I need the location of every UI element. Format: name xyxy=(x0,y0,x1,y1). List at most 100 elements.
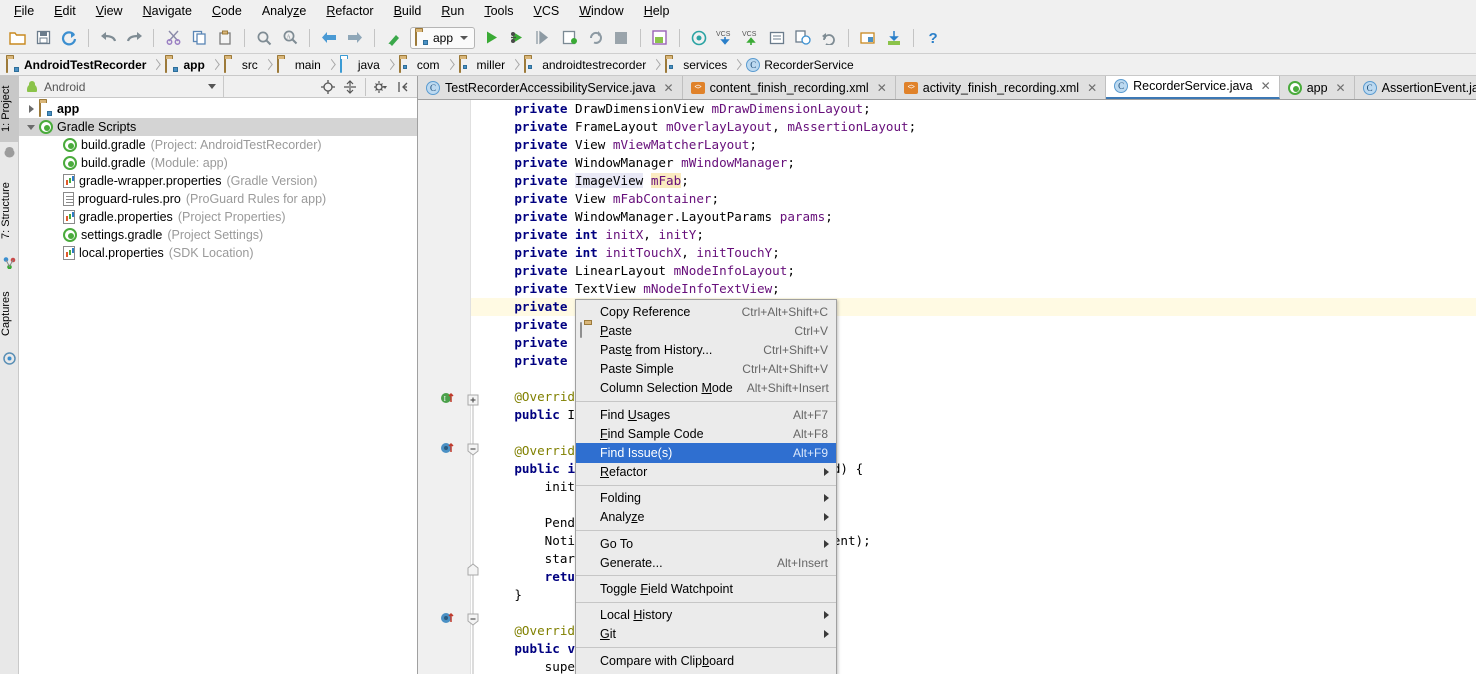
breadcrumb-item-recorderservice[interactable]: C RecorderService xyxy=(746,57,855,72)
breadcrumb-item-src[interactable]: src xyxy=(223,56,260,73)
editor-tab-testrecorderaccessibilityservice-java[interactable]: C TestRecorderAccessibilityService.java ✕ xyxy=(418,76,683,99)
menu-item-run[interactable]: Run xyxy=(431,0,474,22)
sidebar-item-structure[interactable]: 7: Structure xyxy=(0,171,19,251)
sync-icon[interactable] xyxy=(56,25,82,51)
locate-icon[interactable] xyxy=(318,78,338,96)
tree-item-gradle-wrapper-properties[interactable]: gradle-wrapper.properties (Gradle Version… xyxy=(19,172,417,190)
context-menu-item-folding[interactable]: Folding xyxy=(576,489,836,508)
tree-expand-arrow-icon[interactable] xyxy=(25,120,39,134)
breadcrumb-item-miller[interactable]: miller xyxy=(458,56,508,73)
vcs-history-icon[interactable] xyxy=(764,25,790,51)
project-structure-icon[interactable] xyxy=(855,25,881,51)
debug-icon[interactable] xyxy=(504,25,530,51)
project-view-selector[interactable]: Android xyxy=(19,76,224,97)
menu-item-file[interactable]: File xyxy=(4,0,44,22)
breadcrumb-item-com[interactable]: com xyxy=(398,56,442,73)
menu-item-window[interactable]: Window xyxy=(569,0,633,22)
close-icon[interactable]: ✕ xyxy=(877,81,887,95)
context-menu-item-file-encoding[interactable]: File Encoding xyxy=(576,670,836,674)
breadcrumb-item-androidtestrecorder[interactable]: androidtestrecorder xyxy=(524,56,648,73)
context-menu-item-paste-simple[interactable]: Paste Simple Ctrl+Alt+Shift+V xyxy=(576,360,836,379)
gear-icon[interactable] xyxy=(371,78,391,96)
context-menu-item-find-issue-s[interactable]: Find Issue(s) Alt+F9 xyxy=(576,443,836,463)
editor-context-menu[interactable]: Copy Reference Ctrl+Alt+Shift+C Paste Ctrl+… xyxy=(575,299,837,674)
redo-icon[interactable] xyxy=(121,25,147,51)
open-folder-icon[interactable] xyxy=(4,25,30,51)
implementing-method-icon[interactable]: I xyxy=(440,390,456,406)
breadcrumb-item-androidtestrecorder[interactable]: AndroidTestRecorder xyxy=(6,56,148,73)
rerun-icon[interactable] xyxy=(582,25,608,51)
replace-icon[interactable]: A xyxy=(277,25,303,51)
run-configuration-selector[interactable]: app xyxy=(410,26,476,49)
close-icon[interactable]: ✕ xyxy=(1261,79,1271,93)
attach-debugger-icon[interactable] xyxy=(556,25,582,51)
editor-tab-activity-finish-recording-xml[interactable]: <> activity_finish_recording.xml ✕ xyxy=(895,76,1107,99)
editor-tab-content-finish-recording-xml[interactable]: <> content_finish_recording.xml ✕ xyxy=(682,76,896,99)
menu-item-build[interactable]: Build xyxy=(384,0,432,22)
menu-item-analyze[interactable]: Analyze xyxy=(252,0,316,22)
menu-item-help[interactable]: Help xyxy=(634,0,680,22)
editor-tab-assertionevent-java[interactable]: CAssertionEvent.java✕ xyxy=(1354,76,1476,99)
context-menu-item-toggle-field-watchpoint[interactable]: Toggle Field Watchpoint xyxy=(576,579,836,598)
vcs-update-icon[interactable]: VCS xyxy=(712,25,738,51)
context-menu-item-git[interactable]: Git xyxy=(576,625,836,644)
stop-icon[interactable] xyxy=(608,25,634,51)
vcs-diff-icon[interactable] xyxy=(790,25,816,51)
tree-item-local-properties[interactable]: local.properties (SDK Location) xyxy=(19,244,417,262)
overriding-method-icon[interactable] xyxy=(440,610,456,626)
breadcrumb-item-main[interactable]: main xyxy=(276,56,323,73)
breadcrumb-item-app[interactable]: app xyxy=(165,56,206,73)
editor-tab-app[interactable]: app ✕ xyxy=(1279,76,1355,99)
copy-icon[interactable] xyxy=(186,25,212,51)
vcs-rollback-icon[interactable] xyxy=(816,25,842,51)
forward-icon[interactable] xyxy=(342,25,368,51)
find-icon[interactable] xyxy=(251,25,277,51)
help-icon[interactable]: ? xyxy=(920,25,946,51)
menu-item-vcs[interactable]: VCS xyxy=(524,0,570,22)
tree-item-proguard-rules-pro[interactable]: proguard-rules.pro (ProGuard Rules for ap… xyxy=(19,190,417,208)
context-menu-item-go-to[interactable]: Go To xyxy=(576,534,836,553)
tree-expand-arrow-icon[interactable] xyxy=(25,102,39,116)
context-menu-item-paste-from-history[interactable]: Paste from History... Ctrl+Shift+V xyxy=(576,340,836,359)
tree-item-build-gradle[interactable]: build.gradle (Project: AndroidTestRecorde… xyxy=(19,136,417,154)
save-all-icon[interactable] xyxy=(30,25,56,51)
menu-item-code[interactable]: Code xyxy=(202,0,252,22)
context-menu-item-compare-with-clipboard[interactable]: Compare with Clipboard xyxy=(576,651,836,670)
device-monitor-icon[interactable] xyxy=(881,25,907,51)
sidebar-item-project[interactable]: 1: Project xyxy=(0,76,19,142)
context-menu-item-paste[interactable]: Paste Ctrl+V xyxy=(576,321,836,340)
avd-manager-icon[interactable] xyxy=(686,25,712,51)
menu-item-refactor[interactable]: Refactor xyxy=(316,0,383,22)
context-menu-item-generate[interactable]: Generate... Alt+Insert xyxy=(576,553,836,572)
paste-icon[interactable] xyxy=(212,25,238,51)
run-to-cursor-icon[interactable] xyxy=(530,25,556,51)
context-menu-item-local-history[interactable]: Local History xyxy=(576,606,836,625)
tree-item-gradle-scripts[interactable]: Gradle Scripts xyxy=(19,118,417,136)
tree-item-app[interactable]: app xyxy=(19,100,417,118)
back-icon[interactable] xyxy=(316,25,342,51)
context-menu-item-analyze[interactable]: Analyze xyxy=(576,508,836,527)
undo-icon[interactable] xyxy=(95,25,121,51)
close-icon[interactable]: ✕ xyxy=(1336,81,1346,95)
build-icon[interactable] xyxy=(381,25,407,51)
collapse-all-icon[interactable] xyxy=(340,78,360,96)
overriding-method-icon[interactable] xyxy=(440,440,456,456)
tree-item-settings-gradle[interactable]: settings.gradle (Project Settings) xyxy=(19,226,417,244)
run-icon[interactable] xyxy=(478,25,504,51)
tree-item-gradle-properties[interactable]: gradle.properties (Project Properties) xyxy=(19,208,417,226)
vcs-commit-icon[interactable]: VCS xyxy=(738,25,764,51)
hide-panel-icon[interactable] xyxy=(393,78,413,96)
context-menu-item-find-usages[interactable]: Find Usages Alt+F7 xyxy=(576,405,836,424)
context-menu-item-find-sample-code[interactable]: Find Sample Code Alt+F8 xyxy=(576,424,836,443)
menu-item-view[interactable]: View xyxy=(86,0,133,22)
context-menu-item-column-selection-mode[interactable]: Column Selection Mode Alt+Shift+Insert xyxy=(576,379,836,398)
breadcrumb-item-services[interactable]: services xyxy=(665,56,729,73)
close-icon[interactable]: ✕ xyxy=(664,81,674,95)
menu-item-edit[interactable]: Edit xyxy=(44,0,86,22)
menu-item-tools[interactable]: Tools xyxy=(474,0,523,22)
menu-item-navigate[interactable]: Navigate xyxy=(133,0,202,22)
sdk-manager-icon[interactable] xyxy=(647,25,673,51)
editor-tab-recorderservice-java[interactable]: C RecorderService.java ✕ xyxy=(1106,76,1280,99)
code-folding-strip[interactable] xyxy=(463,100,483,674)
context-menu-item-copy-reference[interactable]: Copy Reference Ctrl+Alt+Shift+C xyxy=(576,302,836,321)
